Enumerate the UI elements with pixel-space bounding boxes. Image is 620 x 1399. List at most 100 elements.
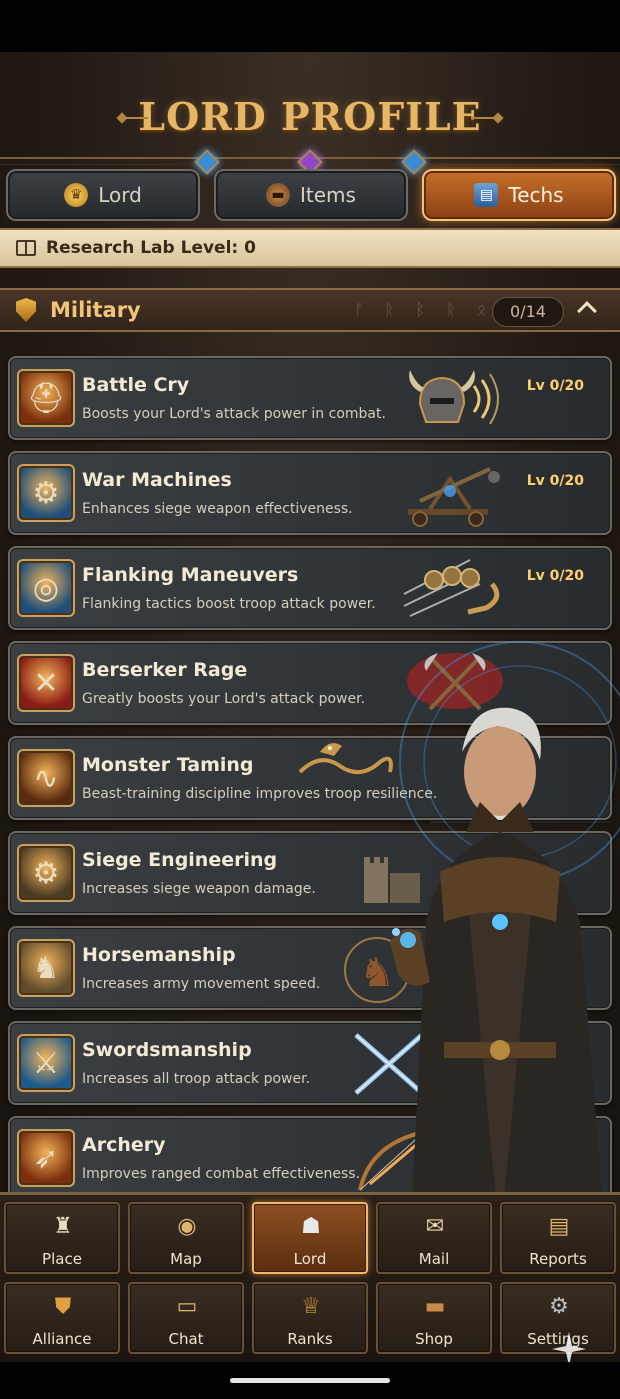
nav-shop-button[interactable]: ▬ Shop (376, 1282, 492, 1354)
tech-description: Greatly boosts your Lord's attack power. (82, 691, 366, 707)
tech-name: Siege Engineering (82, 849, 278, 871)
nav-reports-button[interactable]: ▤ Reports (500, 1202, 616, 1274)
catapult-art-icon (400, 459, 510, 529)
tech-name: Battle Cry (82, 374, 190, 396)
tech-description: Increases all troop attack power. (82, 1071, 311, 1087)
section-title: Military (50, 298, 141, 322)
knight-helmet-icon: ☗ (301, 1214, 321, 1239)
crossed-axes-art-icon (400, 649, 510, 719)
tech-name: Monster Taming (82, 754, 254, 776)
book-icon: ▤ (474, 183, 499, 207)
bow-arrow-icon: ➶ (17, 1129, 75, 1187)
research-lab-level: Research Lab Level: 0 (46, 238, 256, 258)
nav-label: Lord (293, 1250, 327, 1268)
blue-gem-icon (194, 149, 220, 175)
tech-description: Improves ranged combat effectiveness. (82, 1166, 361, 1182)
tech-name: Swordsmanship (82, 1039, 252, 1061)
nav-lord-button[interactable]: ☗ Lord (252, 1202, 368, 1274)
title-ornament-left (116, 112, 148, 124)
page-title: LORD PROFILE (138, 94, 482, 139)
nav-label: Place (42, 1250, 82, 1268)
tech-name: War Machines (82, 469, 232, 491)
nav-map-button[interactable]: ◉ Map (128, 1202, 244, 1274)
chevron-up-icon[interactable] (577, 301, 597, 321)
report-icon: ▤ (548, 1214, 570, 1239)
tech-row-monster-taming[interactable]: ∿ Monster Taming Beast-training discipli… (8, 736, 612, 820)
section-progress: 0/14 (492, 297, 564, 327)
nav-label: Settings (527, 1330, 589, 1348)
nav-ranks-button[interactable]: ♕ Ranks (252, 1282, 368, 1354)
tech-description: Boosts your Lord's attack power in comba… (82, 406, 386, 422)
military-section-header[interactable]: Military ᚠ ᚱ ᛒ ᚱ ᛟ ᚾ 0/14 (0, 288, 620, 332)
horse-icon: ♞ (17, 939, 75, 997)
gear-icon: ⚙ (549, 1294, 569, 1319)
tech-row-berserker-rage[interactable]: ✕ Berserker Rage Greatly boosts your Lor… (8, 641, 612, 725)
castle-tower-art-icon (350, 839, 460, 909)
nav-mail-button[interactable]: ✉ Mail (376, 1202, 492, 1274)
tech-level: Lv 0/20 (526, 473, 584, 489)
home-indicator[interactable] (230, 1378, 390, 1383)
book-icon (16, 240, 36, 256)
castle-icon: ♜ (53, 1214, 73, 1239)
horse-art-icon: ♞ (322, 934, 432, 1004)
tech-name: Archery (82, 1134, 166, 1156)
tech-name: Berserker Rage (82, 659, 248, 681)
nav-label: Mail (418, 1250, 450, 1268)
crossed-axes-icon: ✕ (17, 654, 75, 712)
viking-helmet-art-icon (400, 364, 510, 434)
dragon-art-icon (290, 732, 400, 802)
viking-helmet-icon: ⛑ (17, 369, 75, 427)
tech-row-war-machines[interactable]: ⚙ War Machines Enhances siege weapon eff… (8, 451, 612, 535)
tech-row-archery[interactable]: ➶ Archery Improves ranged combat effecti… (8, 1116, 612, 1192)
catapult-icon: ⚙ (17, 464, 75, 522)
tab-lord[interactable]: ♛ Lord (6, 169, 200, 221)
crossed-swords-art-icon (336, 1029, 446, 1099)
tech-row-siege-engineering[interactable]: ⚙ Siege Engineering Increases siege weap… (8, 831, 612, 915)
tech-row-swordsmanship[interactable]: ⚔ Swordsmanship Increases all troop atta… (8, 1021, 612, 1105)
tech-row-flanking-maneuvers[interactable]: ◎ Flanking Maneuvers Flanking tactics bo… (8, 546, 612, 630)
nav-label: Chat (168, 1330, 204, 1348)
shields-arrows-art-icon (400, 554, 510, 624)
tech-level: Lv 0/20 (526, 378, 584, 394)
bow-arrow-art-icon (340, 1124, 450, 1192)
dragon-icon: ∿ (17, 749, 75, 807)
status-bar (0, 0, 620, 52)
nav-label: Alliance (32, 1330, 92, 1348)
tech-level: Lv 0/20 (526, 568, 584, 584)
tech-name: Horsemanship (82, 944, 236, 966)
trophy-icon: ♕ (301, 1294, 321, 1319)
research-lab-banner: Research Lab Level: 0 (0, 228, 620, 268)
tab-items[interactable]: ▬ Items (214, 169, 408, 221)
nav-place-button[interactable]: ♜ Place (4, 1202, 120, 1274)
gears-icon: ⚙ (17, 844, 75, 902)
nav-label: Map (170, 1250, 202, 1268)
title-ornament-right (472, 112, 504, 124)
crossed-swords-icon: ⚔ (17, 1034, 75, 1092)
nav-label: Reports (529, 1250, 587, 1268)
shield-icon (16, 298, 36, 322)
nav-chat-button[interactable]: ▭ Chat (128, 1282, 244, 1354)
tech-list[interactable]: ⛑ Battle Cry Boosts your Lord's attack p… (0, 352, 620, 1192)
chest-icon: ▬ (424, 1294, 446, 1319)
tech-row-horsemanship[interactable]: ♞ Horsemanship Increases army movement s… (8, 926, 612, 1010)
lord-profile-screen: LORD PROFILE ♛ Lord ▬ Items ▤ Techs Rese… (0, 52, 620, 1362)
shields-arrows-icon: ◎ (17, 559, 75, 617)
globe-icon: ◉ (177, 1214, 197, 1239)
tech-description: Enhances siege weapon effectiveness. (82, 501, 353, 517)
nav-alliance-button[interactable]: ⛊ Alliance (4, 1282, 120, 1354)
tech-description: Increases siege weapon damage. (82, 881, 316, 897)
nav-settings-button[interactable]: ⚙ Settings (500, 1282, 616, 1354)
tab-techs[interactable]: ▤ Techs (422, 169, 616, 221)
svg-text:♞: ♞ (359, 950, 395, 996)
nav-label: Ranks (287, 1330, 333, 1348)
crown-icon: ♛ (64, 183, 89, 207)
tech-description: Flanking tactics boost troop attack powe… (82, 596, 376, 612)
nav-label: Shop (415, 1330, 453, 1348)
tech-description: Increases army movement speed. (82, 976, 321, 992)
scroll-icon: ✉ (425, 1214, 445, 1239)
tab-label: Lord (98, 183, 142, 207)
tech-row-battle-cry[interactable]: ⛑ Battle Cry Boosts your Lord's attack p… (8, 356, 612, 440)
alliance-icon: ⛊ (54, 1294, 72, 1319)
tab-label: Items (300, 183, 356, 207)
header: LORD PROFILE (0, 82, 620, 152)
